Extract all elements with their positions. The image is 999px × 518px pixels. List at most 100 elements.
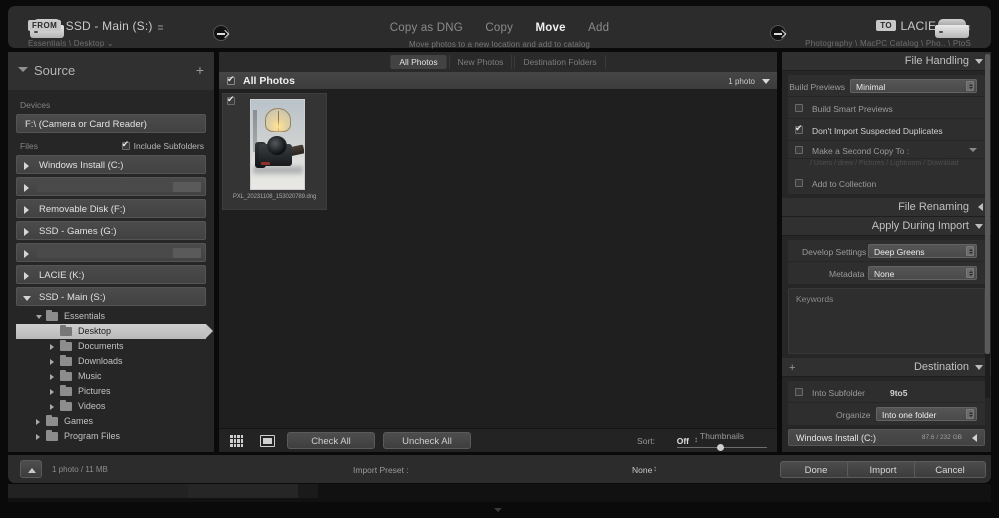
- volume-row-blank-2[interactable]: [16, 243, 206, 262]
- volume-row-ssd-main[interactable]: SSD - Main (S:): [16, 287, 206, 306]
- device-item-card-reader[interactable]: F:\ (Camera or Card Reader): [16, 114, 206, 133]
- action-copy-as-dng[interactable]: Copy as DNG: [390, 22, 463, 34]
- second-copy-row[interactable]: Make a Second Copy To :: [788, 141, 985, 159]
- volume-row-ssd-games[interactable]: SSD - Games (G:): [16, 221, 206, 240]
- second-copy-checkbox[interactable]: [795, 146, 803, 154]
- cancel-button[interactable]: Cancel: [914, 461, 986, 478]
- chevron-down-icon[interactable]: [975, 59, 983, 64]
- collapse-up-icon[interactable]: [20, 460, 42, 478]
- import-button[interactable]: Import: [847, 461, 919, 478]
- volume-row-blank-1[interactable]: [16, 177, 206, 196]
- build-smart-previews-row[interactable]: Build Smart Previews: [788, 97, 985, 119]
- stepper-icon[interactable]: [966, 81, 974, 91]
- into-subfolder-checkbox[interactable]: [795, 388, 803, 396]
- chevron-left-icon[interactable]: [972, 434, 977, 442]
- action-copy[interactable]: Copy: [485, 22, 513, 34]
- grid-view-icon[interactable]: [230, 435, 243, 447]
- dont-import-duplicates-checkbox[interactable]: [795, 126, 803, 134]
- group-select-all-checkbox[interactable]: [227, 77, 235, 85]
- tree-item-desktop[interactable]: Desktop: [16, 324, 206, 339]
- chevron-right-icon[interactable]: [50, 404, 54, 410]
- chevron-right-icon[interactable]: [36, 419, 40, 425]
- dont-import-duplicates-row[interactable]: Don't Import Suspected Duplicates: [788, 119, 985, 141]
- source-panel-header[interactable]: Source +: [8, 52, 214, 90]
- file-handling-header[interactable]: File Handling: [782, 52, 991, 71]
- volume-label: SSD - Games (G:): [39, 226, 117, 237]
- tree-item-downloads[interactable]: Downloads: [16, 354, 206, 369]
- chevron-right-icon[interactable]: [50, 389, 54, 395]
- file-handling-title: File Handling: [905, 55, 969, 67]
- chevron-right-icon[interactable]: [50, 359, 54, 365]
- filter-destination-folders[interactable]: Destination Folders: [514, 55, 605, 69]
- metadata-label: Metadata: [829, 269, 864, 279]
- destination-header[interactable]: + Destination: [782, 358, 991, 377]
- import-preset-value[interactable]: None: [632, 465, 652, 475]
- volume-row-windows-install[interactable]: Windows Install (C:): [16, 155, 206, 174]
- add-to-collection-checkbox[interactable]: [795, 179, 803, 187]
- tree-item-games[interactable]: Games: [16, 414, 206, 429]
- into-subfolder-value[interactable]: 9to5: [890, 388, 907, 398]
- chevron-down-icon[interactable]: [762, 79, 770, 84]
- destination-drive-row[interactable]: Windows Install (C:) 87.6 / 232 GB: [788, 429, 985, 446]
- chevron-right-icon[interactable]: [24, 272, 29, 280]
- photo-cell[interactable]: PXL_20231108_153020789.dng: [222, 93, 327, 210]
- into-subfolder-row[interactable]: Into Subfolder 9to5: [788, 381, 985, 403]
- build-smart-previews-checkbox[interactable]: [795, 104, 803, 112]
- chevron-right-icon[interactable]: [50, 344, 54, 350]
- tree-item-pictures[interactable]: Pictures: [16, 384, 206, 399]
- chevron-down-icon[interactable]: [36, 315, 42, 319]
- keywords-input[interactable]: Keywords: [788, 288, 985, 354]
- keywords-placeholder: Keywords: [789, 289, 984, 304]
- chevron-right-icon[interactable]: [24, 184, 29, 192]
- action-move[interactable]: Move: [535, 22, 565, 34]
- chevron-right-icon[interactable]: [24, 162, 29, 170]
- right-panel-scrollbar[interactable]: [985, 54, 990, 398]
- chevron-right-icon[interactable]: [24, 206, 29, 214]
- destination-box: Into Subfolder 9to5 Organize Into one fo…: [788, 381, 985, 425]
- chevron-left-icon[interactable]: [978, 203, 983, 211]
- metadata-select[interactable]: None: [868, 266, 977, 280]
- import-preset-stepper-icon[interactable]: ↕: [653, 464, 657, 473]
- stepper-icon[interactable]: [966, 409, 974, 419]
- stepper-icon[interactable]: [966, 246, 974, 256]
- photo-thumbnail[interactable]: [250, 99, 305, 190]
- add-to-collection-row[interactable]: Add to Collection: [788, 172, 985, 194]
- chevron-right-icon[interactable]: [36, 434, 40, 440]
- include-subfolders-checkbox[interactable]: [122, 142, 130, 150]
- done-button[interactable]: Done: [780, 461, 852, 478]
- chevron-down-icon[interactable]: [969, 148, 977, 152]
- filter-all-photos[interactable]: All Photos: [390, 55, 446, 69]
- plus-icon[interactable]: +: [789, 362, 795, 374]
- thumbnail-size-slider[interactable]: [677, 445, 767, 451]
- chevron-down-icon[interactable]: [975, 365, 983, 370]
- action-add[interactable]: Add: [588, 22, 609, 34]
- apply-during-import-header[interactable]: Apply During Import: [782, 217, 991, 236]
- filter-new-photos[interactable]: New Photos: [449, 55, 513, 69]
- tree-item-documents[interactable]: Documents: [16, 339, 206, 354]
- chevron-down-icon[interactable]: [23, 296, 31, 301]
- stepper-icon[interactable]: [966, 268, 974, 278]
- plus-icon[interactable]: +: [196, 62, 204, 78]
- file-renaming-header[interactable]: File Renaming: [782, 198, 991, 217]
- module-picker-chevron-icon[interactable]: [494, 508, 502, 512]
- chevron-right-icon[interactable]: [24, 250, 29, 258]
- chevron-right-icon[interactable]: [24, 228, 29, 236]
- tree-item-videos[interactable]: Videos: [16, 399, 206, 414]
- uncheck-all-button[interactable]: Uncheck All: [383, 432, 471, 449]
- chevron-right-icon[interactable]: [50, 374, 54, 380]
- tree-item-program-files[interactable]: Program Files: [16, 429, 206, 444]
- photo-include-checkbox[interactable]: [227, 97, 235, 105]
- loupe-view-icon[interactable]: [260, 435, 275, 447]
- build-previews-select[interactable]: Minimal: [850, 79, 977, 93]
- develop-settings-select[interactable]: Deep Greens: [868, 244, 977, 258]
- chevron-down-icon[interactable]: [975, 224, 983, 229]
- volume-row-lacie[interactable]: LACIE (K:): [16, 265, 206, 284]
- volume-row-removable-disk[interactable]: Removable Disk (F:): [16, 199, 206, 218]
- tree-item-essentials[interactable]: Essentials: [16, 309, 206, 324]
- folder-tree: Essentials Desktop Documents Downloads: [16, 309, 206, 444]
- tree-item-music[interactable]: Music: [16, 369, 206, 384]
- chevron-down-icon[interactable]: [18, 67, 28, 72]
- check-all-button[interactable]: Check All: [287, 432, 375, 449]
- organize-select[interactable]: Into one folder: [876, 407, 977, 421]
- tree-item-label: Program Files: [64, 431, 120, 441]
